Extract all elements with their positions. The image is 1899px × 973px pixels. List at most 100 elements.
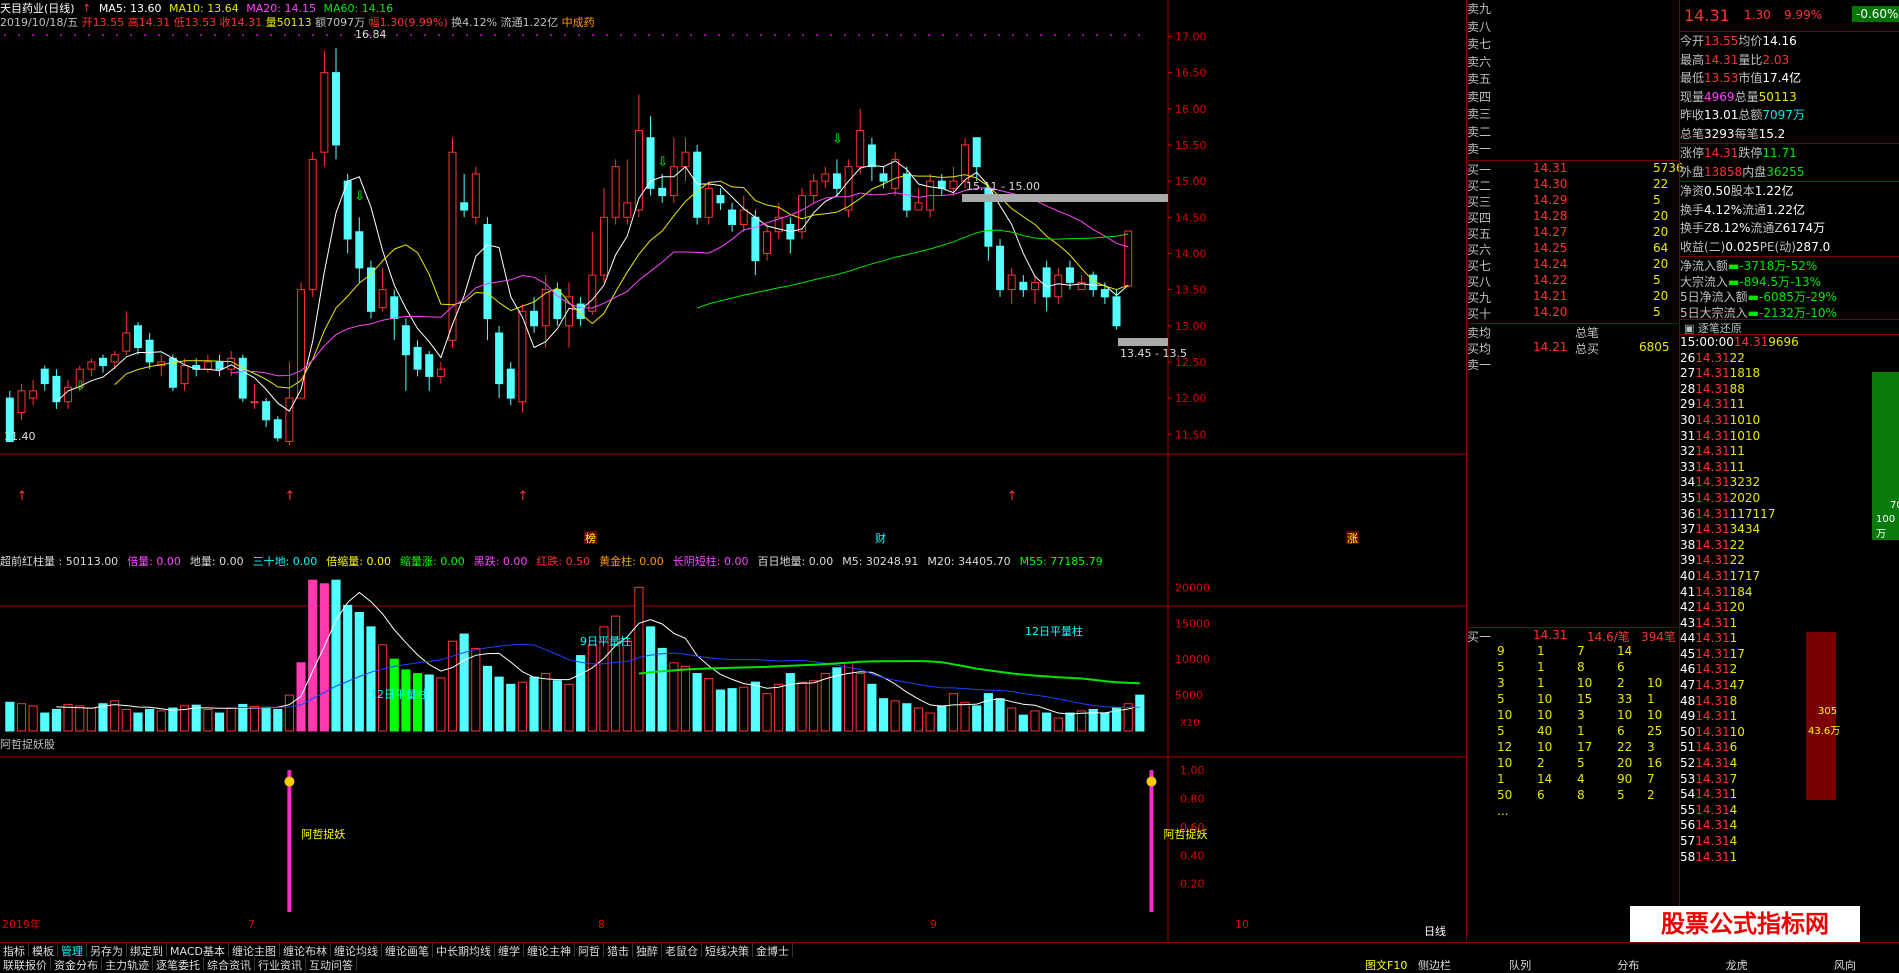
info-tab[interactable]: 行业资讯: [255, 957, 306, 972]
volume-bar: [494, 676, 504, 732]
indicator-tab[interactable]: 独醉: [633, 943, 662, 958]
fund-flow-row: 大宗流入▬-894.5万-13%: [1680, 273, 1899, 289]
chart-svg[interactable]: 17.00 16.50 16.00 15.50 15.00 14.50 14.00 13.50…: [0, 0, 1466, 942]
panel-tab[interactable]: 分布: [1574, 957, 1682, 972]
indicator-tab[interactable]: 模板: [29, 943, 58, 958]
indicator-tab[interactable]: 缠论布林: [280, 943, 331, 958]
cell: 31: [1680, 428, 1696, 443]
cell: 14.31: [1695, 584, 1730, 599]
panel-tab[interactable]: 风向: [1791, 957, 1899, 972]
candle-body: [133, 325, 142, 348]
indicator-tab[interactable]: 绑定到: [127, 943, 167, 958]
indicator-tab[interactable]: 猎击: [604, 943, 633, 958]
cell: 44: [1680, 631, 1696, 646]
buy-level-row: 买四 14.28 20: [1467, 209, 1678, 225]
cell: 大宗流入: [1680, 274, 1729, 289]
volume-note: 12日平量柱: [1025, 624, 1083, 638]
cell: 42: [1680, 600, 1696, 615]
price-change-pct: 9.99%: [1784, 8, 1823, 22]
guide-dot: [704, 34, 706, 36]
cell: 0.50: [1704, 184, 1731, 198]
cell: 4: [1729, 756, 1738, 771]
guide-dot: [1012, 34, 1014, 36]
tick-row: 3514.312020: [1680, 491, 1899, 507]
info-tab[interactable]: 综合资讯: [204, 957, 255, 972]
cell: 13.55: [1704, 34, 1739, 48]
cell: 1: [1537, 659, 1545, 674]
queue-row: 5 40 1 6 25: [1467, 724, 1678, 740]
indicator-tab[interactable]: 管理: [58, 943, 87, 958]
cell: 58: [1680, 849, 1696, 864]
guide-dot: [802, 34, 804, 36]
cell: -2132万: [1758, 305, 1806, 320]
cell: 涨停: [1680, 146, 1705, 160]
indicator-tab[interactable]: 中长期均线: [433, 943, 495, 958]
queue-row: 10 2 5 20 16: [1467, 756, 1678, 772]
volume-indicator-label: M5: 30248.91: [842, 555, 919, 568]
volume-indicator-header: 超前红柱量 : 50113.00 倍量: 0.00 地量: 0.00 三十地: 0.0…: [0, 553, 1112, 568]
indicator-tab[interactable]: 缠论均线: [331, 943, 382, 958]
indicator-tab[interactable]: MACD基本: [167, 943, 229, 958]
volume-indicator-label: 倍量: 0.00: [127, 555, 181, 568]
info-tab[interactable]: 资金分布: [51, 957, 102, 972]
indicator-tab[interactable]: 金博士: [753, 943, 793, 958]
cell: 6: [1537, 787, 1545, 802]
indicator-tab[interactable]: 缠论主图: [229, 943, 280, 958]
indicator-tab[interactable]: 阿哲: [575, 943, 604, 958]
candle-body: [1124, 230, 1133, 287]
cell: 最低: [1680, 71, 1705, 85]
info-tab[interactable]: 互动问答: [306, 957, 357, 972]
depth-label: 100万: [1876, 514, 1896, 540]
indicator-tab[interactable]: 短线决策: [702, 943, 753, 958]
guide-dot: [564, 34, 566, 36]
candle-body: [739, 209, 748, 226]
kline-chart-area[interactable]: 天目药业(日线) ↑ MA5: 13.60 MA10: 13.64 MA20: …: [0, 0, 1466, 942]
info-tab[interactable]: 主力轨迹: [102, 957, 153, 972]
panel-tab[interactable]: 队列: [1466, 957, 1574, 972]
cell: 买五: [1467, 226, 1492, 241]
volume-bar: [1100, 712, 1110, 732]
guide-dot: [186, 34, 188, 36]
cell: 394笔: [1641, 629, 1676, 644]
panel-tab[interactable]: 龙虎: [1683, 957, 1791, 972]
cell: 14.31: [1695, 537, 1730, 552]
tick-row: 4214.3120: [1680, 600, 1899, 616]
cell: 15.2: [1758, 126, 1786, 141]
volume-bar: [797, 681, 807, 732]
stock-app: 天目药业(日线) ↑ MA5: 13.60 MA10: 13.64 MA20: …: [0, 0, 1899, 973]
candle-body: [448, 151, 457, 341]
cell: 流通: [1742, 202, 1767, 217]
fund-flow-row: 5日大宗流入▬-2132万-10%: [1680, 304, 1899, 320]
candle-body: [879, 173, 888, 182]
sidebar-toggle[interactable]: 侧边栏: [1418, 957, 1451, 973]
info-tab[interactable]: 联联报价: [0, 957, 51, 972]
indicator-tab[interactable]: 缠论画笔: [382, 943, 433, 958]
period-label[interactable]: 日线: [1424, 923, 1446, 939]
volume-bar: [576, 655, 586, 732]
cell: 10: [1537, 739, 1553, 754]
indicator-tab[interactable]: 指标: [0, 943, 29, 958]
indicator-tab[interactable]: 另存为: [87, 943, 127, 958]
cell: 14.31: [1695, 771, 1730, 786]
cell: -894.5万: [1739, 274, 1791, 289]
price-tick-label: 16.00: [1175, 103, 1207, 116]
cell: 55: [1680, 802, 1696, 817]
cell: 7: [1577, 643, 1585, 658]
candle-body: [320, 72, 329, 153]
candle-body: [1019, 281, 1028, 291]
price-tick-label: 16.50: [1175, 67, 1207, 80]
cell: 4: [1729, 818, 1738, 833]
f10-link[interactable]: 图文F10: [1365, 957, 1407, 973]
info-tab[interactable]: 逐笔委托: [153, 957, 204, 972]
indicator-tab[interactable]: 老鼠仓: [662, 943, 702, 958]
cell: 35: [1680, 490, 1696, 505]
signal-dot: [1146, 776, 1157, 787]
candle-body: [355, 231, 364, 269]
volume-tick-label: 20000: [1175, 581, 1210, 594]
guide-dot: [214, 34, 216, 36]
indicator-tab[interactable]: 缠学: [495, 943, 524, 958]
candle-body: [763, 231, 772, 254]
tick-row: 3014.311010: [1680, 413, 1899, 429]
indicator-tab[interactable]: 缠论主神: [524, 943, 575, 958]
volume-bar: [273, 708, 283, 732]
